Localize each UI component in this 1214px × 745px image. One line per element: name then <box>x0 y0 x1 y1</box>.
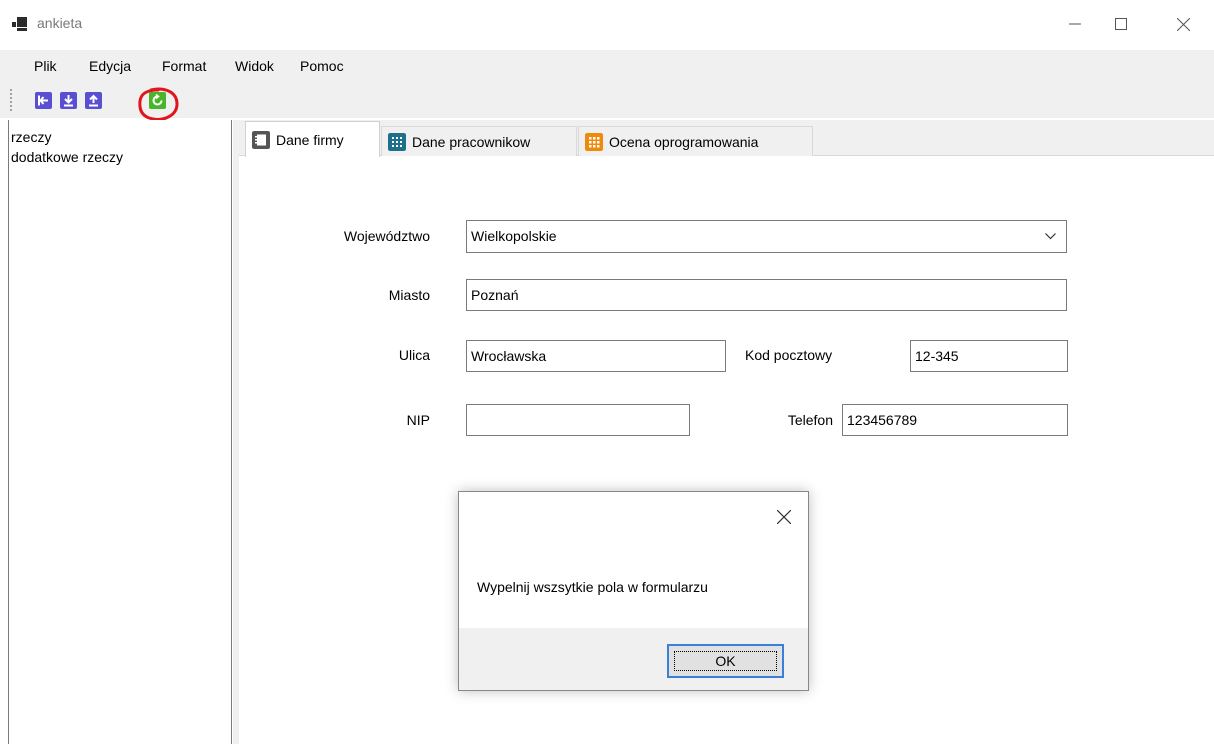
close-button[interactable] <box>1160 0 1206 48</box>
notebook-icon <box>252 130 270 149</box>
tab-label: Dane pracownikow <box>412 133 531 150</box>
highlight-annotation <box>138 87 179 121</box>
chevron-down-icon <box>1045 233 1056 240</box>
kod-pocztowy-input[interactable]: 12-345 <box>910 340 1068 372</box>
wojewodztwo-value: Wielkopolskie <box>471 228 557 244</box>
telefon-input[interactable]: 123456789 <box>842 404 1068 436</box>
menu-format[interactable]: Format <box>162 58 206 74</box>
nip-input[interactable] <box>466 404 690 436</box>
tab-ocena-oprogramowania[interactable]: Ocena oprogramowania <box>578 126 813 156</box>
menu-pomoc[interactable]: Pomoc <box>300 58 344 74</box>
grid-icon <box>388 132 406 151</box>
tab-label: Ocena oprogramowania <box>609 133 759 150</box>
list-item-rzeczy[interactable]: rzeczy <box>11 129 51 145</box>
miasto-label: Miasto <box>388 287 430 303</box>
ok-label: OK <box>674 651 777 671</box>
wojewodztwo-select[interactable]: Wielkopolskie <box>466 220 1067 253</box>
menu-edycja[interactable]: Edycja <box>89 58 131 74</box>
maximize-icon <box>1115 18 1127 30</box>
close-icon <box>1176 17 1190 31</box>
tab-dane-firmy[interactable]: Dane firmy <box>245 121 380 157</box>
nip-label: NIP <box>406 412 430 428</box>
tab-label: Dane firmy <box>276 131 344 148</box>
toolbar-grip[interactable] <box>10 88 12 112</box>
menu-widok[interactable]: Widok <box>235 58 274 74</box>
maximize-button[interactable] <box>1098 0 1144 48</box>
toolbar <box>0 84 1214 118</box>
left-list-panel[interactable]: rzeczy dodatkowe rzeczy <box>8 120 232 744</box>
message-dialog: Wypelnij wszsytkie pola w formularzu OK <box>458 491 809 691</box>
window-title: ankieta <box>37 15 83 31</box>
exit-icon[interactable] <box>35 92 52 109</box>
wojewodztwo-label: Województwo <box>343 228 430 244</box>
download-icon[interactable] <box>60 92 77 109</box>
title-bar <box>0 0 1214 50</box>
dialog-close-button[interactable] <box>776 509 792 527</box>
telefon-label: Telefon <box>787 412 833 428</box>
upload-icon[interactable] <box>85 92 102 109</box>
tab-dane-pracownikow[interactable]: Dane pracownikow <box>381 126 577 156</box>
minimize-button[interactable] <box>1052 0 1098 48</box>
close-icon <box>776 509 792 525</box>
miasto-input[interactable]: Poznań <box>466 279 1067 311</box>
menu-plik[interactable]: Plik <box>34 58 57 74</box>
ok-button[interactable]: OK <box>667 644 784 678</box>
dialog-message: Wypelnij wszsytkie pola w formularzu <box>477 579 708 595</box>
calculator-icon <box>585 132 603 151</box>
list-item-dodatkowe-rzeczy[interactable]: dodatkowe rzeczy <box>11 149 123 165</box>
ulica-label: Ulica <box>398 347 430 363</box>
kod-pocztowy-label: Kod pocztowy <box>745 347 833 363</box>
ulica-input[interactable]: Wrocławska <box>466 340 726 372</box>
minimize-icon <box>1069 23 1081 25</box>
app-icon <box>12 17 27 31</box>
